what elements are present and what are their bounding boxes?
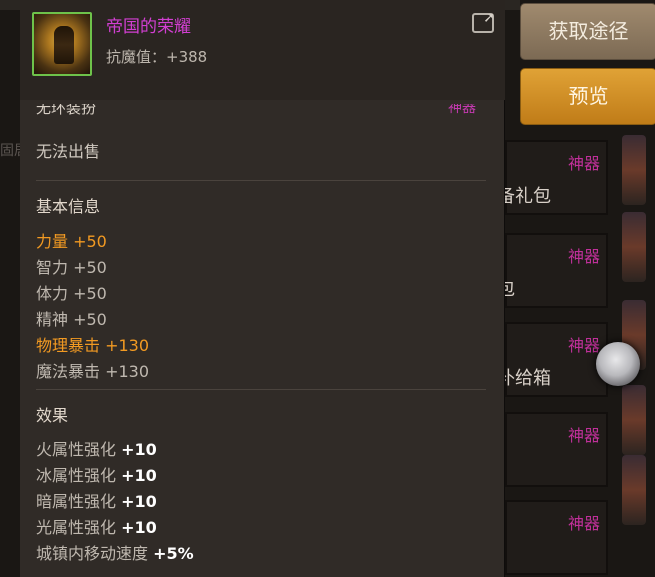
effect-ice: 冰属性强化 +10 — [36, 462, 157, 486]
effect-value: +10 — [121, 466, 157, 485]
attr-intelligence: 智力 +50 — [36, 258, 107, 277]
list-item-name: 备礼包 — [497, 186, 551, 207]
effect-label: 光属性强化 — [36, 518, 122, 537]
artifact-tag: 神器 — [448, 104, 476, 116]
artifact-tag: 神器 — [567, 247, 600, 266]
list-item-name: 补给箱 — [497, 368, 551, 389]
list-item[interactable]: 神器 包 — [497, 233, 608, 308]
list-item[interactable]: 神器 — [505, 412, 608, 487]
item-thumbnail — [622, 135, 646, 205]
share-icon[interactable]: ➚ — [472, 10, 495, 33]
stat-label: 抗魔值 — [106, 48, 152, 66]
stat-value: ：+388 — [151, 48, 208, 66]
effect-dark: 暗属性强化 +10 — [36, 488, 157, 512]
item-name: 帝国的荣耀 — [106, 17, 191, 37]
no-sale-text: 无法出售 — [36, 142, 101, 161]
item-icon — [32, 12, 92, 76]
artifact-tag: 神器 — [567, 514, 600, 533]
effect-fire: 火属性强化 +10 — [36, 436, 157, 460]
tooltip-header: 帝国的荣耀 抗魔值：+388 ➚ — [20, 0, 505, 100]
effect-light: 光属性强化 +10 — [36, 514, 157, 538]
list-item[interactable]: 神器 — [505, 500, 608, 575]
item-thumbnail — [622, 385, 646, 455]
attr-spirit: 精神 +50 — [36, 310, 107, 329]
clipped-label: 无环装扮 — [36, 104, 97, 117]
clipped-line: 无环装扮 神器 — [36, 104, 476, 120]
artifact-tag: 神器 — [567, 154, 600, 173]
attr-vitality: 体力 +50 — [36, 284, 107, 303]
divider — [36, 180, 486, 181]
item-stat: 抗魔值：+388 — [106, 46, 207, 67]
effect-label: 城镇内移动速度 — [36, 544, 154, 563]
attr-magic-crit: 魔法暴击 +130 — [36, 362, 150, 381]
effect-value: +5% — [153, 544, 194, 563]
effect-label: 火属性强化 — [36, 440, 122, 459]
item-thumbnail — [622, 455, 646, 525]
effect-label: 冰属性强化 — [36, 466, 122, 485]
effect-value: +10 — [121, 440, 157, 459]
artifact-tag: 神器 — [567, 426, 600, 445]
effect-label: 暗属性强化 — [36, 492, 122, 511]
attr-physical-crit: 物理暴击 +130 — [36, 336, 150, 355]
obtain-source-button[interactable]: 获取途径 — [520, 3, 655, 60]
effects-title: 效果 — [36, 406, 69, 425]
share-arrow-icon: ➚ — [483, 10, 495, 26]
basic-info-title: 基本信息 — [36, 197, 101, 216]
list-item[interactable]: 神器 补给箱 — [497, 322, 608, 397]
attr-strength: 力量 +50 — [36, 232, 107, 251]
effect-value: +10 — [121, 518, 157, 537]
effect-value: +10 — [121, 492, 157, 511]
list-item[interactable]: 神器 备礼包 — [497, 140, 608, 215]
item-figure-icon — [54, 26, 74, 64]
artifact-tag: 神器 — [567, 336, 600, 355]
effect-town-speed: 城镇内移动速度 +5% — [36, 540, 194, 564]
scroll-knob[interactable] — [596, 342, 640, 386]
item-thumbnail — [622, 212, 646, 282]
divider — [36, 389, 486, 390]
preview-button[interactable]: 预览 — [520, 68, 655, 125]
item-tooltip: 帝国的荣耀 抗魔值：+388 ➚ 无环装扮 神器 无法出售 基本信息 力量 +5… — [20, 0, 505, 577]
